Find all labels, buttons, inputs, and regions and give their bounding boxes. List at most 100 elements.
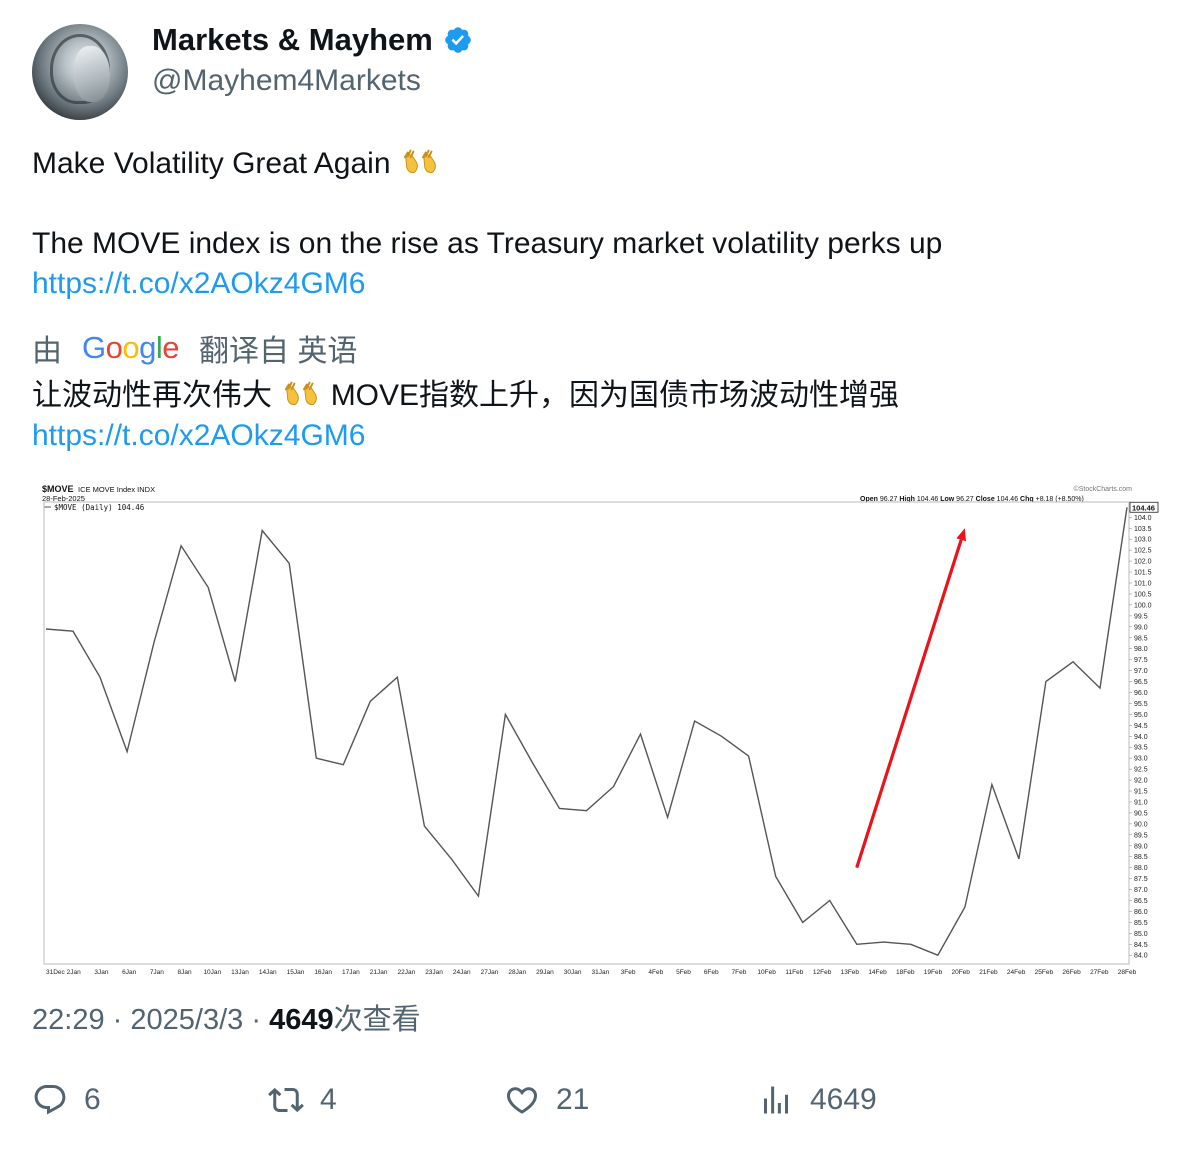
chart-series-label: $MOVE (Daily) 104.46 <box>54 503 145 512</box>
tweet-link[interactable]: https://t.co/x2AOkz4GM6 <box>32 267 365 300</box>
x-tick-label: 31Jan <box>591 969 609 976</box>
reply-count: 6 <box>84 1083 101 1116</box>
x-tick-label: 21Feb <box>979 969 998 976</box>
last-value-label: 104.46 <box>1132 503 1155 512</box>
views-button[interactable]: 4649 <box>758 1082 877 1118</box>
y-tick-label: 85.0 <box>1134 931 1148 938</box>
y-tick-label: 98.5 <box>1134 635 1148 642</box>
open-hands-emoji-icon <box>285 381 318 406</box>
y-tick-label: 85.5 <box>1134 920 1148 927</box>
views-count: 4649 <box>810 1083 877 1116</box>
avatar-face <box>74 46 110 102</box>
y-tick-label: 101.0 <box>1134 581 1152 588</box>
x-tick-label: 14Feb <box>868 969 887 976</box>
y-tick-label: 94.0 <box>1134 734 1148 741</box>
author-name-row: Markets & Mayhem <box>152 22 473 58</box>
y-tick-label: 84.0 <box>1134 953 1148 960</box>
y-tick-label: 86.0 <box>1134 909 1148 916</box>
avatar[interactable] <box>32 24 128 120</box>
retweet-button[interactable]: 4 <box>268 1082 337 1118</box>
open-hands-emoji-icon <box>403 149 436 174</box>
x-tick-label: 19Feb <box>924 969 943 976</box>
x-tick-label: 27Feb <box>1090 969 1109 976</box>
tweet-time[interactable]: 22:29 <box>32 1004 105 1036</box>
meta-sep-1: · <box>112 1004 123 1036</box>
x-tick-label: 7Jan <box>150 969 164 976</box>
view-count: 4649 <box>269 1004 334 1036</box>
y-tick-label: 100.5 <box>1134 591 1152 598</box>
translation-prefix: 由 <box>32 335 62 368</box>
y-tick-label: 102.5 <box>1134 548 1152 555</box>
x-tick-label: 12Feb <box>813 969 832 976</box>
action-bar: 6 4 21 4649 <box>32 1082 1172 1126</box>
y-tick-label: 89.0 <box>1134 843 1148 850</box>
x-tick-label: 14Jan <box>259 969 277 976</box>
x-tick-label: 13Jan <box>231 969 249 976</box>
x-tick-label: 3Jan <box>94 969 108 976</box>
y-tick-label: 94.5 <box>1134 723 1148 730</box>
tweet-text: Make Volatility Great Again The MOVE ind… <box>32 144 1172 304</box>
x-tick-label: 6Feb <box>704 969 719 976</box>
translated-link[interactable]: https://t.co/x2AOkz4GM6 <box>32 419 365 452</box>
x-tick-label: 17Jan <box>342 969 360 976</box>
author-handle[interactable]: @Mayhem4Markets <box>152 64 421 98</box>
tweet-line-2: The MOVE index is on the rise as Treasur… <box>32 227 943 260</box>
like-button[interactable]: 21 <box>504 1082 589 1118</box>
display-name[interactable]: Markets & Mayhem <box>152 22 433 58</box>
tweet-meta: 22:29 · 2025/3/3 · 4649次查看 <box>32 996 421 1038</box>
y-tick-label: 93.0 <box>1134 756 1148 763</box>
x-tick-label: 8Jan <box>178 969 192 976</box>
move-series-line <box>45 507 1128 957</box>
x-tick-label: 28Feb <box>1118 969 1137 976</box>
y-tick-label: 92.5 <box>1134 767 1148 774</box>
google-logo[interactable]: Google <box>82 330 180 366</box>
x-tick-label: 18Feb <box>896 969 915 976</box>
x-tick-label: 23Jan <box>425 969 443 976</box>
y-tick-label: 95.5 <box>1134 701 1148 708</box>
chart-title: ICE MOVE Index INDX <box>78 485 155 494</box>
analytics-icon <box>764 1086 788 1114</box>
translated-link-line: https://t.co/x2AOkz4GM6 <box>32 416 1172 456</box>
y-tick-label: 100.0 <box>1134 602 1152 609</box>
tweet-link-line: https://t.co/x2AOkz4GM6 <box>32 264 1172 304</box>
x-tick-label: 30Jan <box>564 969 582 976</box>
view-count-label: 次查看 <box>333 1004 421 1036</box>
y-tick-label: 91.5 <box>1134 789 1148 796</box>
y-tick-label: 102.0 <box>1134 559 1152 566</box>
x-tick-label: 7Feb <box>732 969 747 976</box>
plot-frame <box>43 501 1130 965</box>
y-tick-label: 90.0 <box>1134 821 1148 828</box>
x-tick-label: 27Jan <box>481 969 499 976</box>
x-tick-label: 21Jan <box>370 969 388 976</box>
x-tick-label: 29Jan <box>536 969 554 976</box>
y-tick-label: 97.5 <box>1134 657 1148 664</box>
y-tick-label: 99.0 <box>1134 624 1148 631</box>
y-tick-label: 88.5 <box>1134 854 1148 861</box>
translated-headline: 让波动性再次伟大 <box>32 379 272 412</box>
translation-suffix: 翻译自 英语 <box>199 335 358 368</box>
y-tick-label: 89.5 <box>1134 832 1148 839</box>
x-tick-label: 16Jan <box>314 969 332 976</box>
y-tick-label: 87.0 <box>1134 887 1148 894</box>
x-tick-label: 5Feb <box>676 969 691 976</box>
last-value-tag: 104.46 <box>1129 501 1159 513</box>
x-tick-label: 25Feb <box>1035 969 1054 976</box>
x-tick-label: 20Feb <box>951 969 970 976</box>
y-tick-label: 99.5 <box>1134 613 1148 620</box>
y-tick-label: 96.0 <box>1134 690 1148 697</box>
tweet-date[interactable]: 2025/3/3 <box>130 1004 243 1036</box>
reply-button[interactable]: 6 <box>32 1082 101 1118</box>
x-tick-label: 15Jan <box>287 969 305 976</box>
y-tick-label: 104.0 <box>1134 515 1152 522</box>
chart-source: ©StockCharts.com <box>1074 485 1133 493</box>
move-index-chart[interactable]: $MOVE ICE MOVE Index INDX 28-Feb-2025 $M… <box>32 476 1164 976</box>
like-count: 21 <box>556 1083 590 1116</box>
x-tick-label: 11Feb <box>785 969 803 976</box>
x-tick-label: 2Jan <box>67 969 81 976</box>
x-tick-label: 26Feb <box>1062 969 1081 976</box>
heart-icon <box>506 1087 538 1114</box>
y-tick-label: 91.0 <box>1134 799 1148 806</box>
translated-body: MOVE指数上升，因为国债市场波动性增强 <box>330 379 900 412</box>
x-tick-label: 6Jan <box>122 969 136 976</box>
